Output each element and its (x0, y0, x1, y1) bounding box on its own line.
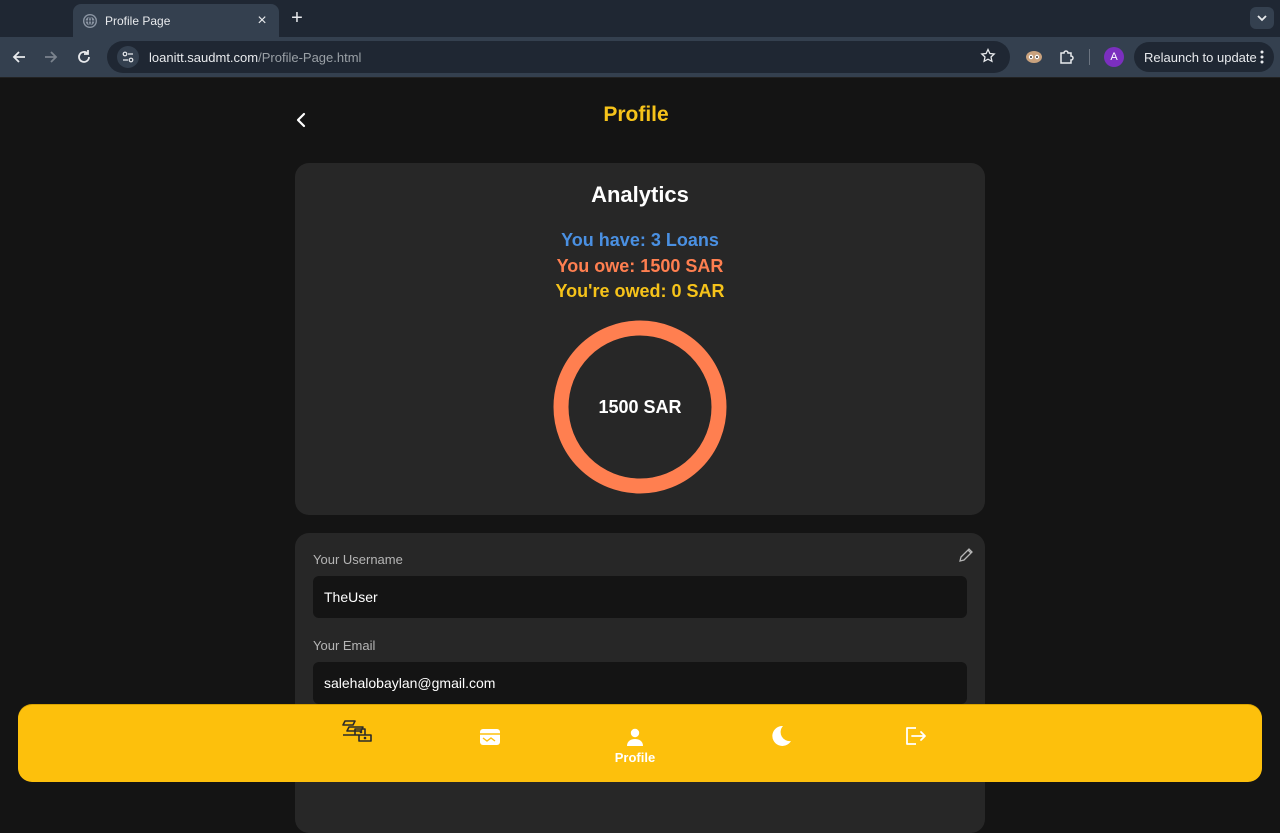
wallet-icon (480, 729, 500, 745)
nav-profile-label: Profile (614, 750, 656, 765)
nav-item-loans[interactable] (338, 705, 378, 782)
forward-arrow-icon[interactable] (41, 47, 61, 67)
nav-item-theme[interactable] (766, 705, 794, 782)
browser-tab[interactable]: Profile Page × (73, 4, 279, 37)
email-field[interactable] (313, 662, 967, 704)
email-label: Your Email (313, 638, 376, 653)
address-bar[interactable]: loanitt.saudmt.com/Profile-Page.html (107, 41, 1010, 73)
new-tab-icon[interactable]: + (287, 8, 307, 28)
more-vert-icon[interactable] (1260, 49, 1264, 68)
browser-toolbar: loanitt.saudmt.com/Profile-Page.html A R… (0, 37, 1280, 78)
nav-item-wallet[interactable] (478, 705, 502, 782)
analytics-title: Analytics (591, 182, 689, 207)
analytics-card: Analytics You have: 3 Loans You owe: 150… (295, 163, 985, 515)
tab-close-icon[interactable]: × (255, 12, 269, 28)
back-arrow-icon[interactable] (9, 47, 29, 67)
toolbar-divider (1089, 49, 1090, 65)
profile-avatar[interactable]: A (1104, 47, 1124, 67)
nav-item-logout[interactable] (902, 705, 928, 782)
globe-icon (83, 13, 97, 28)
chevron-down-icon (1257, 15, 1267, 22)
user-icon (627, 728, 643, 746)
loans-count: You have: 3 Loans (561, 230, 719, 250)
page-content: Profile Analytics You have: 3 Loans You … (0, 78, 1280, 833)
reload-icon[interactable] (74, 47, 94, 67)
amount-owe: You owe: 1500 SAR (556, 255, 724, 276)
page-title: Profile (603, 103, 669, 126)
extension-icon[interactable] (1024, 47, 1044, 67)
relaunch-label: Relaunch to update (1144, 49, 1257, 65)
url-path: /Profile-Page.html (258, 49, 362, 65)
tab-title: Profile Page (105, 13, 171, 28)
nav-item-profile[interactable]: Profile (605, 705, 665, 782)
moon-icon (772, 725, 791, 746)
username-label: Your Username (313, 552, 403, 567)
donut-center-label: 1500 SAR (598, 396, 682, 417)
relaunch-button[interactable]: Relaunch to update (1134, 42, 1274, 72)
username-field[interactable] (313, 576, 967, 618)
puzzle-extensions-icon[interactable] (1056, 47, 1076, 67)
pencil-edit-icon[interactable] (958, 547, 974, 563)
url-host: loanitt.saudmt.com (149, 49, 259, 65)
browser-tab-bar: Profile Page × + (0, 0, 1280, 37)
amount-owed: You're owed: 0 SAR (555, 281, 725, 301)
bottom-nav: Profile (18, 705, 1262, 782)
loans-icon (342, 720, 372, 742)
tab-search-button[interactable] (1250, 7, 1274, 29)
logout-icon (906, 727, 926, 745)
bookmark-star-icon[interactable] (980, 47, 996, 69)
site-info-icon[interactable] (117, 46, 139, 68)
profile-form-card: Your Username Your Email (295, 533, 985, 833)
